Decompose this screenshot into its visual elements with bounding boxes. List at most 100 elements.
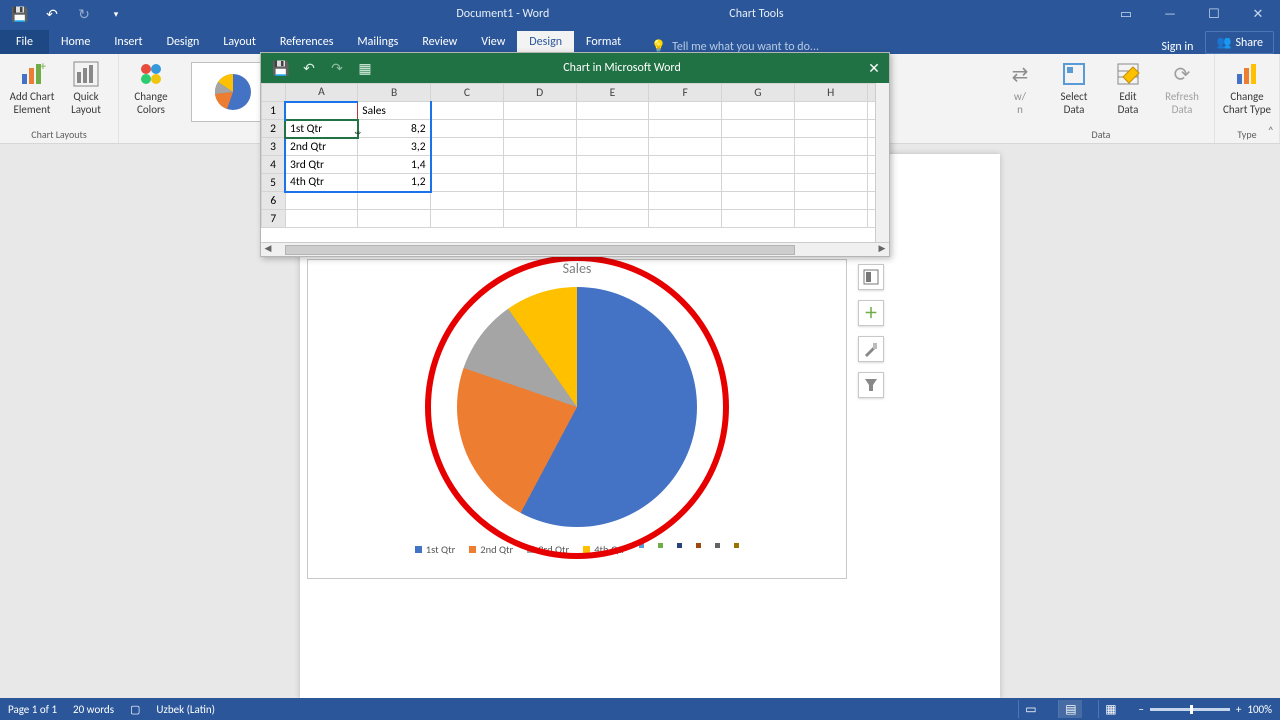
cell[interactable] <box>503 156 576 174</box>
cell[interactable] <box>649 102 722 120</box>
cell[interactable] <box>503 138 576 156</box>
switch-row-column-button[interactable]: ⇄ w/ n <box>996 58 1044 116</box>
tab-chart-format[interactable]: Format <box>574 31 633 54</box>
scroll-thumb[interactable] <box>285 245 795 255</box>
select-all-cell[interactable] <box>262 84 286 102</box>
col-header[interactable]: C <box>431 84 504 102</box>
zoom-level[interactable]: 100% <box>1247 703 1272 716</box>
pie-chart[interactable] <box>437 267 717 547</box>
ribbon-options-icon[interactable]: ▭ <box>1104 0 1148 28</box>
select-data-button[interactable]: Select Data <box>1050 58 1098 116</box>
cell[interactable] <box>431 192 504 210</box>
close-icon[interactable]: ✕ <box>1236 0 1280 28</box>
add-chart-element-button[interactable]: + Add Chart Element <box>8 58 56 116</box>
col-header[interactable]: H <box>794 84 867 102</box>
cell[interactable] <box>503 192 576 210</box>
row-header[interactable]: 2 <box>262 120 286 138</box>
share-button[interactable]: 👥 Share <box>1205 31 1274 54</box>
cell[interactable] <box>576 102 649 120</box>
cell[interactable] <box>649 120 722 138</box>
cell[interactable] <box>576 120 649 138</box>
cell[interactable] <box>794 138 867 156</box>
cell[interactable] <box>722 192 795 210</box>
chart-styles-button[interactable] <box>858 336 884 362</box>
proofing-icon[interactable]: ▢ <box>130 703 140 716</box>
datasheet-scrollbar-horizontal[interactable]: ◀ ▶ <box>261 242 889 256</box>
cell[interactable] <box>649 156 722 174</box>
cell[interactable] <box>285 102 358 120</box>
cell[interactable] <box>431 102 504 120</box>
minimize-icon[interactable]: — <box>1148 0 1192 28</box>
status-words[interactable]: 20 words <box>73 703 114 716</box>
collapse-ribbon-icon[interactable]: ˄ <box>1268 125 1274 139</box>
cell[interactable] <box>358 210 431 228</box>
row-header[interactable]: 5 <box>262 174 286 192</box>
refresh-data-button[interactable]: ⟳ Refresh Data <box>1158 58 1206 116</box>
col-header[interactable]: A <box>285 84 358 102</box>
chart-elements-button[interactable]: ＋ <box>858 300 884 326</box>
zoom-control[interactable]: − + 100% <box>1138 703 1272 716</box>
cell[interactable]: 1,2 <box>358 174 431 192</box>
cell[interactable] <box>794 192 867 210</box>
active-cell[interactable]: 1st Qtr⇔ <box>285 120 358 138</box>
cell[interactable] <box>722 210 795 228</box>
cell[interactable] <box>431 138 504 156</box>
ds-save-icon[interactable]: 💾 <box>271 60 291 77</box>
redo-icon[interactable]: ↻ <box>70 0 98 28</box>
cell[interactable] <box>285 210 358 228</box>
row-header[interactable]: 4 <box>262 156 286 174</box>
tab-design-page[interactable]: Design <box>155 31 212 54</box>
cell[interactable] <box>794 120 867 138</box>
cell[interactable] <box>576 174 649 192</box>
cell[interactable]: 1,4 <box>358 156 431 174</box>
fill-handle-icon[interactable]: ⇔ <box>353 125 363 138</box>
cell[interactable] <box>431 210 504 228</box>
cell[interactable] <box>431 156 504 174</box>
cell[interactable] <box>358 192 431 210</box>
cell[interactable] <box>431 120 504 138</box>
edit-data-button[interactable]: Edit Data <box>1104 58 1152 116</box>
cell[interactable] <box>649 210 722 228</box>
cell[interactable] <box>503 120 576 138</box>
change-chart-type-button[interactable]: Change Chart Type <box>1223 58 1271 116</box>
row-header[interactable]: 3 <box>262 138 286 156</box>
layout-options-button[interactable] <box>858 264 884 290</box>
row-header[interactable]: 6 <box>262 192 286 210</box>
read-mode-icon[interactable]: ▭ <box>1018 700 1042 718</box>
cell[interactable]: Sales <box>358 102 431 120</box>
cell[interactable] <box>722 138 795 156</box>
cell[interactable] <box>503 174 576 192</box>
chart-filters-button[interactable] <box>858 372 884 398</box>
datasheet-grid[interactable]: A B C D E F G H I 1 Sales 2 1st Qtr⇔ 8,2 <box>261 83 889 242</box>
tab-mailings[interactable]: Mailings <box>345 31 410 54</box>
col-header[interactable]: E <box>576 84 649 102</box>
ds-undo-icon[interactable]: ↶ <box>299 60 319 77</box>
chart-object[interactable]: Sales 1st Qtr 2nd Qtr 3rd Qtr 4th Qtr <box>307 259 847 579</box>
col-header[interactable]: G <box>722 84 795 102</box>
save-icon[interactable]: 💾 <box>6 0 34 28</box>
undo-icon[interactable]: ↶ <box>38 0 66 28</box>
row-header[interactable]: 7 <box>262 210 286 228</box>
cell[interactable] <box>503 210 576 228</box>
cell[interactable] <box>794 156 867 174</box>
sign-in-link[interactable]: Sign in <box>1149 40 1205 54</box>
cell[interactable] <box>285 192 358 210</box>
cell[interactable] <box>503 102 576 120</box>
print-layout-icon[interactable]: ▤ <box>1058 700 1082 718</box>
row-header[interactable]: 1 <box>262 102 286 120</box>
cell[interactable] <box>431 174 504 192</box>
cell[interactable] <box>576 210 649 228</box>
zoom-slider[interactable] <box>1150 708 1230 711</box>
tab-chart-design[interactable]: Design <box>517 31 574 54</box>
cell[interactable] <box>794 174 867 192</box>
cell[interactable]: 4th Qtr <box>285 174 358 192</box>
cell[interactable] <box>649 138 722 156</box>
cell[interactable] <box>649 192 722 210</box>
tab-layout[interactable]: Layout <box>211 31 268 54</box>
tab-insert[interactable]: Insert <box>102 31 154 54</box>
tab-home[interactable]: Home <box>49 31 102 54</box>
quick-layout-button[interactable]: Quick Layout <box>62 58 110 116</box>
ds-redo-icon[interactable]: ↷ <box>327 60 347 77</box>
cell[interactable] <box>794 210 867 228</box>
qat-customize-icon[interactable]: ▾ <box>102 0 130 28</box>
